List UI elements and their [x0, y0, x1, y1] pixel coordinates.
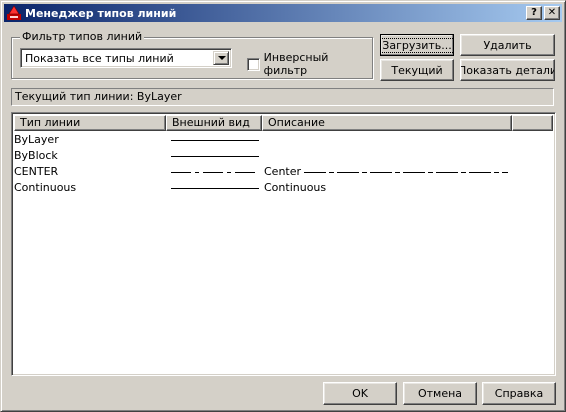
ok-button[interactable]: OK — [323, 382, 397, 405]
ok-button-label: OK — [352, 387, 368, 400]
linetype-name: ByBlock — [14, 149, 58, 162]
help-button-label: Справка — [494, 387, 544, 400]
show-details-button[interactable]: Показать детали — [460, 59, 555, 81]
load-button[interactable]: Загрузить... — [380, 34, 454, 56]
current-linetype-bar: Текущий тип линии: ByLayer — [11, 88, 554, 106]
list-item[interactable]: CENTER Center — [14, 164, 553, 180]
col-filler-header — [512, 115, 553, 131]
cancel-button-label: Отмена — [417, 387, 463, 400]
show-details-button-label: Показать детали — [460, 63, 555, 77]
list-rows: ByLayer ByBlock CENTER Center Continuous… — [14, 132, 553, 196]
current-linetype-label: Текущий тип линии: — [15, 90, 134, 103]
list-item[interactable]: ByLayer — [14, 132, 553, 148]
filter-group-label: Фильтр типов линий — [20, 30, 145, 43]
linetype-preview — [171, 172, 259, 173]
set-current-button[interactable]: Текущий — [380, 59, 454, 81]
linetype-description-cell: Center — [264, 164, 509, 180]
help-title-button[interactable]: ? — [526, 6, 542, 20]
window-title: Менеджер типов линий — [25, 6, 177, 20]
autocad-app-icon — [6, 5, 22, 21]
title-buttons: ? ✕ — [526, 6, 560, 20]
invert-filter-checkbox[interactable] — [247, 57, 260, 71]
linetype-manager-dialog: Менеджер типов линий ? ✕ Фильтр типов ли… — [0, 0, 566, 412]
invert-filter-option[interactable]: Инверсный фильтр — [247, 51, 372, 77]
filter-group: Фильтр типов линий Показать все типы лин… — [11, 30, 373, 79]
linetype-name: ByLayer — [14, 133, 59, 146]
title-bar[interactable]: Менеджер типов линий ? ✕ — [4, 4, 562, 22]
linetype-name: CENTER — [14, 165, 59, 178]
list-header: Тип линии Внешний вид Описание — [14, 115, 553, 131]
col-appearance-header[interactable]: Внешний вид — [166, 115, 262, 131]
current-linetype-value: ByLayer — [136, 90, 182, 103]
linetype-preview — [171, 140, 259, 141]
help-button[interactable]: Справка — [482, 382, 556, 405]
linetype-preview — [171, 156, 259, 157]
chevron-down-icon[interactable] — [213, 51, 229, 65]
close-button[interactable]: ✕ — [544, 6, 560, 20]
linetype-list[interactable]: Тип линии Внешний вид Описание ByLayer B… — [11, 112, 556, 376]
invert-filter-label: Инверсный фильтр — [263, 51, 329, 77]
description-pattern — [304, 171, 509, 173]
col-linetype-header[interactable]: Тип линии — [14, 115, 166, 131]
linetype-description: Center — [264, 165, 302, 178]
list-item[interactable]: ByBlock — [14, 148, 553, 164]
cancel-button[interactable]: Отмена — [403, 382, 477, 405]
linetype-name: Continuous — [14, 181, 77, 194]
linetype-filter-combo[interactable]: Показать все типы линий — [20, 48, 232, 68]
col-description-header[interactable]: Описание — [262, 115, 512, 131]
delete-button-label: Удалить — [483, 38, 532, 52]
list-item[interactable]: Continuous Continuous — [14, 180, 553, 196]
delete-button[interactable]: Удалить — [460, 34, 555, 56]
linetype-preview — [171, 188, 259, 189]
linetype-description: Continuous — [264, 181, 327, 194]
filter-combo-value: Показать все типы линий — [25, 52, 174, 65]
set-current-button-label: Текущий — [391, 63, 443, 77]
load-button-label: Загрузить... — [381, 37, 453, 53]
